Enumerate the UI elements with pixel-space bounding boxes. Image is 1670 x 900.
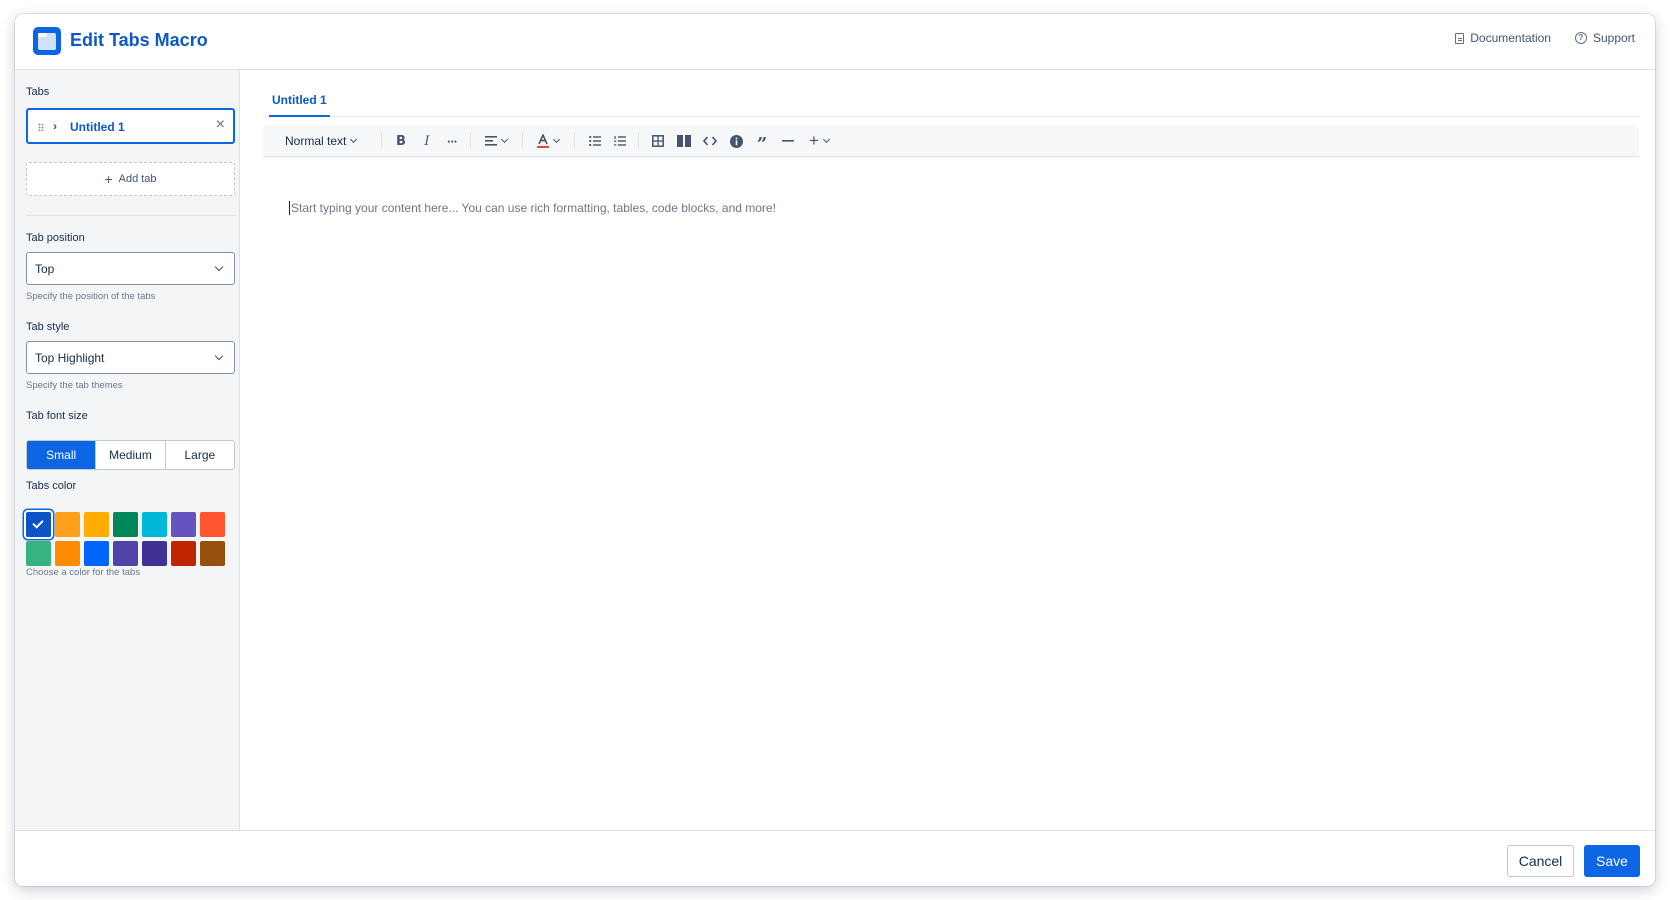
tab-position-value: Top bbox=[35, 261, 55, 276]
add-tab-button[interactable]: + Add tab bbox=[26, 162, 235, 196]
tabs-color-label: Tabs color bbox=[26, 480, 77, 492]
chevron-down-icon bbox=[822, 135, 831, 144]
tab-position-label: Tab position bbox=[26, 232, 85, 244]
tab-style-value: Top Highlight bbox=[35, 350, 105, 365]
numbered-list-icon[interactable] bbox=[612, 133, 628, 149]
divider-icon[interactable] bbox=[780, 133, 796, 149]
tab-style-select[interactable]: Top Highlight bbox=[26, 341, 235, 374]
close-icon[interactable]: × bbox=[216, 117, 225, 133]
color-swatch[interactable] bbox=[171, 512, 196, 537]
documentation-label: Documentation bbox=[1470, 31, 1551, 45]
tabs-color-help: Choose a color for the tabs bbox=[26, 567, 141, 578]
color-swatch[interactable] bbox=[171, 541, 196, 566]
toolbar-separator bbox=[470, 132, 471, 150]
tab-position-help: Specify the position of the tabs bbox=[26, 291, 156, 302]
more-formatting-icon[interactable]: ··· bbox=[444, 133, 460, 149]
chevron-down-icon bbox=[552, 135, 561, 144]
align-icon[interactable] bbox=[483, 133, 509, 149]
bullet-list-icon[interactable] bbox=[587, 133, 603, 149]
color-swatch[interactable] bbox=[113, 541, 138, 566]
font-size-small-button[interactable]: Small bbox=[27, 441, 97, 469]
settings-sidebar: Tabs › Untitled 1 × + Add tab Tab positi… bbox=[15, 70, 240, 830]
toolbar-separator bbox=[574, 132, 575, 150]
preview-tab-bar: Untitled 1 bbox=[263, 86, 1639, 117]
toolbar-separator bbox=[638, 132, 639, 150]
tab-font-size-toggle: Small Medium Large bbox=[26, 440, 235, 470]
text-style-dropdown[interactable]: Normal text bbox=[285, 133, 358, 149]
documentation-link[interactable]: Documentation bbox=[1455, 31, 1551, 45]
chevron-down-icon bbox=[500, 135, 509, 144]
editor-toolbar: Normal text B I ··· ” + bbox=[263, 125, 1639, 157]
toolbar-separator bbox=[381, 132, 382, 150]
tab-list-item[interactable]: › Untitled 1 × bbox=[26, 108, 235, 144]
add-tab-label: Add tab bbox=[118, 173, 157, 185]
dialog-footer: Cancel Save bbox=[15, 830, 1655, 886]
save-button[interactable]: Save bbox=[1584, 845, 1640, 877]
color-swatch[interactable] bbox=[200, 512, 225, 537]
table-icon[interactable] bbox=[650, 133, 666, 149]
drag-handle-icon[interactable] bbox=[38, 123, 44, 131]
color-swatch[interactable] bbox=[84, 512, 109, 537]
color-swatch[interactable] bbox=[26, 512, 51, 537]
dialog-title: Edit Tabs Macro bbox=[70, 30, 208, 50]
check-icon bbox=[32, 517, 44, 529]
text-style-label: Normal text bbox=[285, 134, 347, 148]
tab-style-help: Specify the tab themes bbox=[26, 380, 123, 391]
chevron-down-icon bbox=[214, 262, 224, 272]
color-swatch[interactable] bbox=[26, 541, 51, 566]
plus-icon: + bbox=[104, 171, 113, 187]
dialog-header: Edit Tabs Macro Documentation ? Support bbox=[15, 14, 1655, 70]
chevron-right-icon[interactable]: › bbox=[53, 119, 57, 133]
layout-icon[interactable] bbox=[676, 133, 692, 149]
tabs-label: Tabs bbox=[26, 86, 50, 98]
chevron-down-icon bbox=[350, 135, 358, 144]
quote-icon[interactable]: ” bbox=[754, 133, 770, 155]
color-swatch[interactable] bbox=[55, 541, 80, 566]
color-swatch[interactable] bbox=[142, 541, 167, 566]
bold-icon[interactable]: B bbox=[393, 133, 409, 149]
edit-tabs-macro-dialog: Edit Tabs Macro Documentation ? Support … bbox=[15, 14, 1655, 886]
tab-position-select[interactable]: Top bbox=[26, 252, 235, 285]
font-size-large-button[interactable]: Large bbox=[165, 441, 234, 469]
color-swatch[interactable] bbox=[84, 541, 109, 566]
color-swatch[interactable] bbox=[55, 512, 80, 537]
chevron-down-icon bbox=[214, 351, 224, 361]
tab-untitled-1[interactable]: Untitled 1 bbox=[269, 86, 330, 117]
editor-area: Untitled 1 Normal text B I ··· ” + Start… bbox=[241, 70, 1655, 830]
help-circle-icon: ? bbox=[1574, 32, 1587, 44]
color-swatch[interactable] bbox=[200, 541, 225, 566]
color-swatch[interactable] bbox=[142, 512, 167, 537]
cancel-button[interactable]: Cancel bbox=[1507, 845, 1574, 877]
sidebar-divider bbox=[26, 215, 235, 216]
tab-style-label: Tab style bbox=[26, 321, 70, 333]
header-links: Documentation ? Support bbox=[1455, 31, 1635, 45]
document-icon bbox=[1455, 32, 1465, 44]
tabs-macro-app-icon bbox=[33, 27, 61, 55]
support-label: Support bbox=[1592, 31, 1635, 45]
font-size-medium-button[interactable]: Medium bbox=[96, 441, 166, 469]
italic-icon[interactable]: I bbox=[419, 133, 435, 149]
insert-plus-icon[interactable]: + bbox=[806, 131, 832, 150]
editor-content-placeholder[interactable]: Start typing your content here... You ca… bbox=[289, 201, 776, 215]
info-panel-icon[interactable] bbox=[728, 133, 744, 149]
tab-item-label: Untitled 1 bbox=[70, 120, 125, 134]
tab-font-size-label: Tab font size bbox=[26, 410, 88, 422]
code-icon[interactable] bbox=[702, 133, 718, 149]
text-color-icon[interactable] bbox=[535, 133, 561, 149]
color-swatch[interactable] bbox=[113, 512, 138, 537]
toolbar-separator bbox=[522, 132, 523, 150]
support-link[interactable]: ? Support bbox=[1574, 31, 1635, 45]
plus-icon: + bbox=[809, 131, 819, 150]
